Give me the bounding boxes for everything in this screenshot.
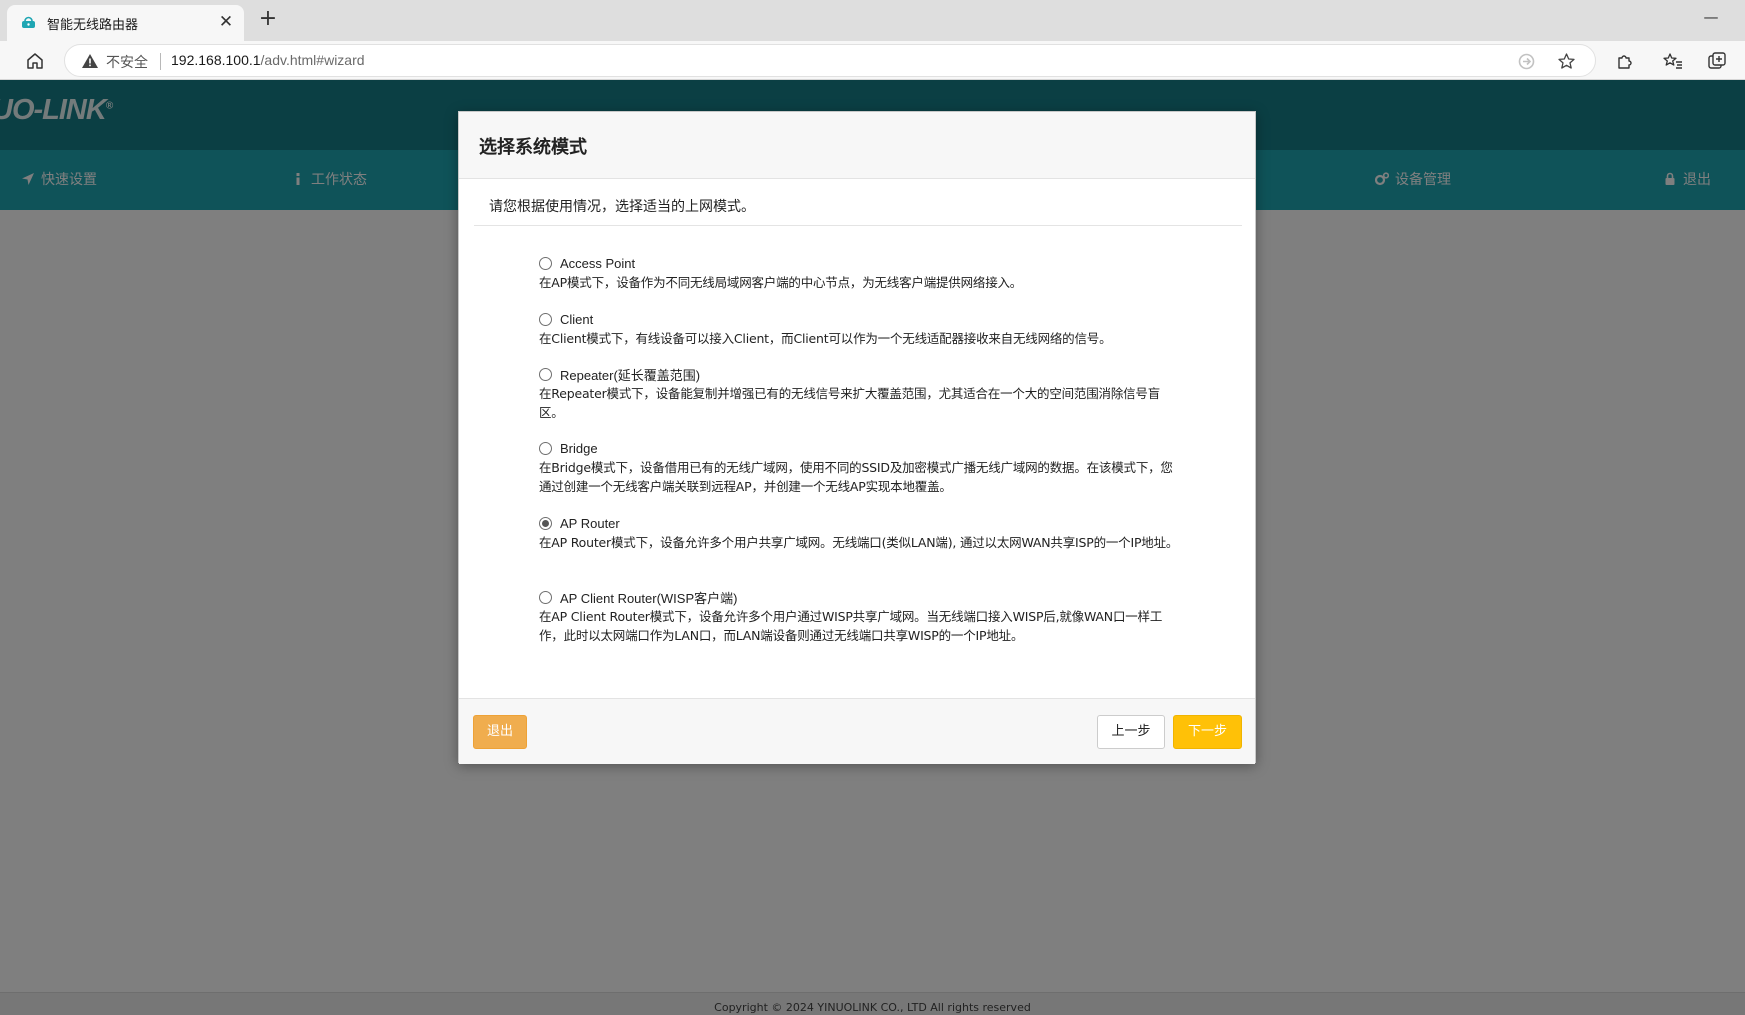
option-label[interactable]: Access Point (560, 256, 635, 271)
url-text[interactable]: 192.168.100.1/adv.html#wizard (171, 52, 365, 68)
mode-option-bridge[interactable]: Bridge 在Bridge模式下，设备借用已有的无线广域网，使用不同的SSID… (539, 438, 1179, 496)
option-description: 在Bridge模式下，设备借用已有的无线广域网，使用不同的SSID及加密模式广播… (539, 460, 1173, 494)
radio-ap-router[interactable] (539, 516, 552, 530)
read-aloud-icon[interactable] (1517, 52, 1536, 71)
favorite-star-icon[interactable] (1557, 52, 1576, 71)
radio-client[interactable] (539, 312, 552, 326)
browser-tab-strip: 智能无线路由器 ✕ + — (0, 0, 1745, 41)
new-tab-icon[interactable]: + (257, 8, 279, 30)
mode-option-ap-router[interactable]: AP Router 在AP Router模式下，设备允许多个用户共享广域网。无线… (539, 513, 1179, 552)
option-description: 在AP Router模式下，设备允许多个用户共享广域网。无线端口(类似LAN端)… (539, 535, 1179, 550)
url-path: /adv.html#wizard (260, 52, 365, 68)
warning-icon (82, 54, 98, 68)
mode-option-repeater[interactable]: Repeater(延长覆盖范围) 在Repeater模式下，设备能复制并增强已有… (539, 364, 1179, 422)
dialog-footer: 退出 上一步 下一步 (459, 698, 1255, 764)
option-description: 在Repeater模式下，设备能复制并增强已有的无线信号来扩大覆盖范围，尤其适合… (539, 386, 1161, 420)
url-host: 192.168.100.1 (171, 52, 261, 68)
option-description: 在AP模式下，设备作为不同无线局域网客户端的中心节点，为无线客户端提供网络接入。 (539, 275, 1023, 290)
insecure-label[interactable]: 不安全 (106, 52, 148, 72)
previous-step-button[interactable]: 上一步 (1097, 715, 1165, 749)
dialog-intro: 请您根据使用情况，选择适当的上网模式。 (489, 199, 755, 215)
router-favicon-icon (22, 16, 35, 28)
divider (474, 225, 1242, 226)
extensions-icon[interactable] (1614, 50, 1636, 72)
favorites-icon[interactable] (1662, 50, 1684, 72)
close-tab-icon[interactable]: ✕ (216, 12, 236, 32)
minimize-window-icon[interactable]: — (1703, 9, 1719, 25)
address-divider (160, 53, 161, 70)
option-label[interactable]: Client (560, 312, 593, 327)
option-label[interactable]: Bridge (560, 441, 598, 456)
mode-option-ap-client-router[interactable]: AP Client Router(WISP客户端) 在AP Client Rou… (539, 587, 1179, 645)
mode-option-client[interactable]: Client 在Client模式下，有线设备可以接入Client，而Client… (539, 309, 1179, 348)
option-label[interactable]: AP Router (560, 516, 620, 531)
option-description: 在AP Client Router模式下，设备允许多个用户通过WISP共享广域网… (539, 609, 1163, 643)
option-label[interactable]: AP Client Router(WISP客户端) (560, 588, 737, 607)
radio-repeater[interactable] (539, 367, 552, 381)
option-description: 在Client模式下，有线设备可以接入Client，而Client可以作为一个无… (539, 331, 1112, 346)
mode-option-access-point[interactable]: Access Point 在AP模式下，设备作为不同无线局域网客户端的中心节点，… (539, 253, 1179, 292)
home-icon[interactable] (24, 50, 46, 72)
exit-button[interactable]: 退出 (473, 715, 527, 749)
dialog-header: 选择系统模式 (459, 112, 1255, 179)
option-label[interactable]: Repeater(延长覆盖范围) (560, 365, 700, 384)
browser-toolbar: 不安全 192.168.100.1/adv.html#wizard (0, 41, 1745, 80)
dialog-title: 选择系统模式 (479, 137, 587, 158)
system-mode-dialog: 选择系统模式 请您根据使用情况，选择适当的上网模式。 Access Point … (458, 111, 1256, 764)
radio-ap-client-router[interactable] (539, 590, 552, 604)
collections-icon[interactable] (1706, 50, 1728, 72)
radio-bridge[interactable] (539, 441, 552, 455)
browser-tab[interactable]: 智能无线路由器 ✕ (7, 5, 244, 41)
next-step-button[interactable]: 下一步 (1173, 715, 1242, 749)
tab-title: 智能无线路由器 (47, 18, 139, 33)
radio-access-point[interactable] (539, 256, 552, 270)
address-bar[interactable]: 不安全 192.168.100.1/adv.html#wizard (64, 44, 1596, 77)
